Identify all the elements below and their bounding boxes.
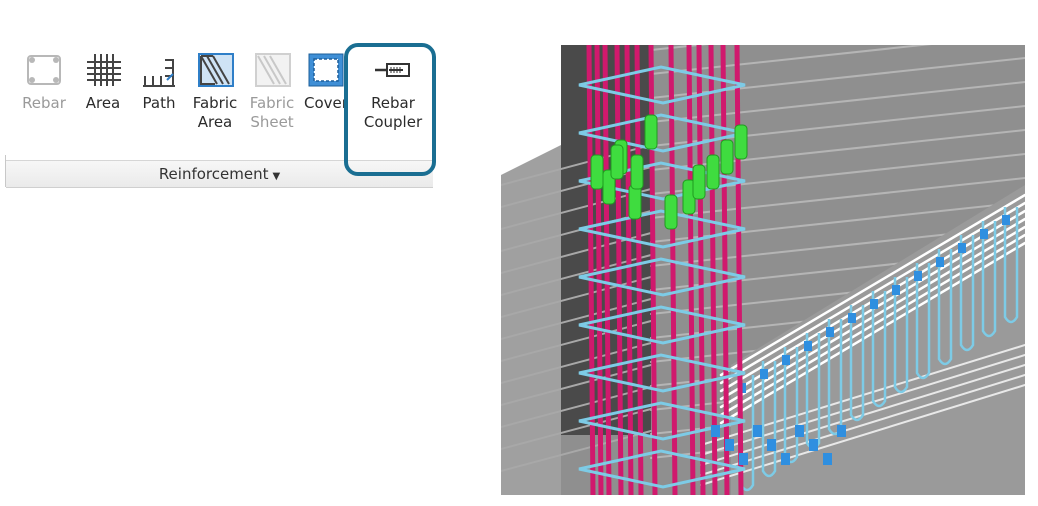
rebar-coupler-label-line1: Rebar [371,94,415,112]
fabric-sheet-label-line1: Fabric [249,94,295,112]
beam-stirrup-clip [892,285,900,295]
area-tool-label: Area [85,94,121,112]
rebar-coupler-button[interactable]: Rebar Coupler [357,50,429,132]
rebar-tool-button: Rebar [18,50,70,113]
beam-stirrup-clip [914,271,922,281]
stirrup-clip [711,425,720,437]
concrete-wall-side [501,145,561,495]
fabric-sheet-label-line2: Sheet [250,113,294,131]
rebar-coupler-label-line2: Coupler [363,113,423,131]
beam-stirrup-clip [760,369,768,379]
beam-stirrup-clip [782,355,790,365]
fabric-area-button[interactable]: Fabric Area [190,50,240,132]
path-tool-label: Path [142,94,176,112]
beam-stirrup-clip [958,243,966,253]
area-reinforcement-icon [83,50,123,90]
chevron-down-icon: ▼ [272,171,281,182]
fabric-area-label-line2: Area [197,113,233,131]
rebar-tool-label: Rebar [22,94,66,112]
fabric-sheet-icon [252,50,292,90]
beam-stirrup-clip [804,341,812,351]
beam-stirrup-clip [826,327,834,337]
path-reinforcement-button[interactable]: Path [134,50,184,113]
stirrup-clip [823,453,832,465]
rebar-coupler [706,154,720,190]
cover-button[interactable]: Cover [304,50,348,113]
area-reinforcement-button[interactable]: Area [78,50,128,113]
ribbon-panel-reinforcement: Rebar Area Path Fabric Area Fabric Sheet… [0,40,437,188]
rebar-coupler [628,184,642,220]
rebar-coupler [734,124,748,160]
fabric-sheet-button: Fabric Sheet [246,50,298,132]
rebar-coupler [630,154,644,190]
panel-title-bar[interactable]: Reinforcement ▼ [6,160,433,188]
stirrup-clip [767,439,776,451]
stirrup-clip [781,453,790,465]
beam-stirrup-clip [870,299,878,309]
rebar-coupler [692,164,706,200]
rebar-icon [24,50,64,90]
stirrup-clip [837,425,846,437]
stirrup-clip [809,439,818,451]
panel-title-text: Reinforcement [158,165,269,183]
cover-tool-label: Cover [304,94,348,112]
fabric-area-icon [195,50,235,90]
rebar-coupler [644,114,658,150]
panel-title[interactable]: Reinforcement ▼ [6,165,433,183]
stirrup-clip [739,453,748,465]
cover-icon [306,50,346,90]
stirrup-clip [795,425,804,437]
rebar-coupler-icon [373,50,413,90]
stirrup-clip [725,439,734,451]
rebar-coupler [720,139,734,175]
rebar-3d-scene [501,45,1025,495]
rebar-coupler [590,154,604,190]
path-reinforcement-icon [139,50,179,90]
beam-stirrup-clip [980,229,988,239]
beam-stirrup-clip [1002,215,1010,225]
model-3d-view[interactable] [501,45,1025,495]
beam-stirrup-clip [848,313,856,323]
fabric-area-label-line1: Fabric [192,94,238,112]
rebar-coupler [610,144,624,180]
beam-stirrup-clip [936,257,944,267]
stirrup-clip [753,425,762,437]
rebar-coupler [664,194,678,230]
